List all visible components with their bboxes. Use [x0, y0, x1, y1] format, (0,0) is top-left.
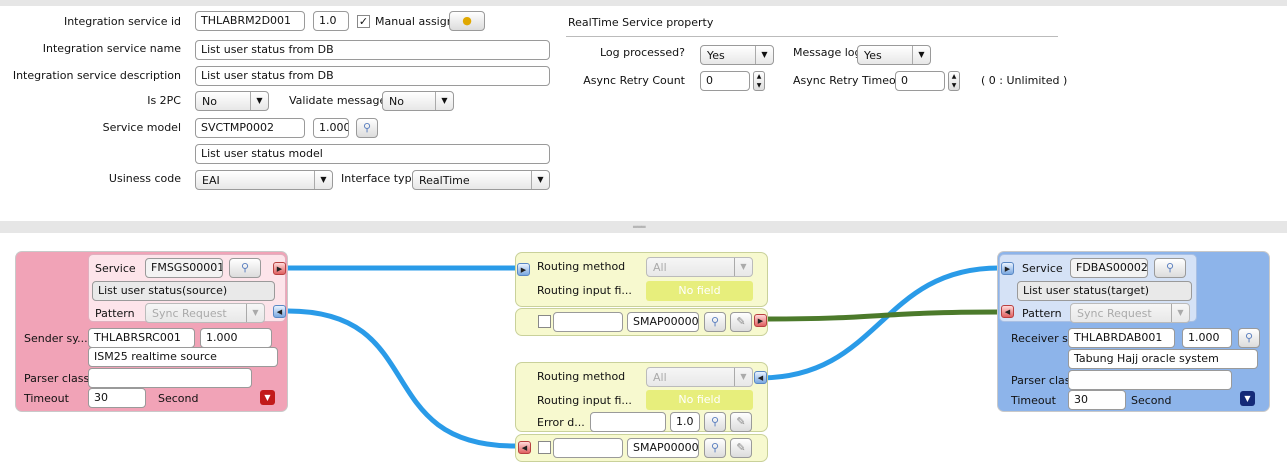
chevron-down-icon: ▼ — [734, 258, 752, 276]
source-timeout-unit: Second — [158, 392, 199, 405]
sender-desc-input[interactable]: ISM25 realtime source — [88, 347, 278, 367]
target-out-port[interactable]: ◀ — [1001, 305, 1014, 318]
router2-method-value: All — [653, 371, 667, 384]
wire-source-return — [285, 308, 518, 449]
source-parser-input[interactable] — [88, 368, 252, 388]
router1-in-port[interactable]: ▶ — [517, 263, 530, 276]
source-service-desc[interactable]: List user status(source) — [92, 281, 275, 301]
router2-map-checkbox[interactable] — [538, 441, 551, 454]
router1-no-field[interactable]: No field — [646, 281, 753, 301]
target-timeout-label: Timeout — [1011, 394, 1056, 407]
collapse-icon[interactable]: ▼ — [260, 390, 275, 405]
chevron-down-icon: ▼ — [1171, 304, 1189, 322]
router2-map-filter[interactable] — [553, 438, 623, 458]
router2-method-select[interactable]: All ▼ — [646, 367, 753, 387]
router2-input-label: Routing input fi... — [537, 394, 632, 407]
router1-map-checkbox[interactable] — [538, 315, 551, 328]
source-timeout-input[interactable]: 30 — [88, 388, 146, 408]
magnifier-icon[interactable]: ⚲ — [704, 412, 726, 432]
target-pattern-label: Pattern — [1022, 307, 1062, 320]
source-timeout-label: Timeout — [24, 392, 69, 405]
router1-input-label: Routing input fi... — [537, 284, 632, 297]
magnifier-icon[interactable]: ⚲ — [1238, 328, 1260, 348]
router1-method-select[interactable]: All ▼ — [646, 257, 753, 277]
target-timeout-input[interactable]: 30 — [1068, 390, 1126, 410]
target-timeout-unit: Second — [1131, 394, 1172, 407]
router2-error-version[interactable]: 1.0 — [670, 412, 700, 432]
source-service-id[interactable]: FMSGS00001 — [145, 258, 223, 278]
magnifier-icon[interactable]: ⚲ — [704, 312, 726, 332]
sender-label: Sender sy... — [24, 332, 88, 345]
router2-in-port[interactable]: ◀ — [518, 441, 531, 454]
source-pattern-select[interactable]: Sync Request ▼ — [145, 303, 265, 323]
tag-icon[interactable]: ✎ — [730, 312, 752, 332]
tag-icon[interactable]: ✎ — [730, 438, 752, 458]
source-service-label: Service — [95, 262, 136, 275]
source-pattern-value: Sync Request — [152, 307, 227, 320]
magnifier-icon[interactable]: ⚲ — [1154, 258, 1186, 278]
router1-out-port[interactable]: ▶ — [754, 314, 767, 327]
router1-method-value: All — [653, 261, 667, 274]
target-parser-label: Parser class — [1011, 374, 1077, 387]
target-parser-input[interactable] — [1068, 370, 1232, 390]
source-pattern-label: Pattern — [95, 307, 135, 320]
target-service-label: Service — [1022, 262, 1063, 275]
sender-id-input[interactable]: THLABRSRC001 — [88, 328, 195, 348]
router1-map-id[interactable]: SMAP000002 — [627, 312, 699, 332]
router2-error-label: Error d... — [537, 416, 585, 429]
router1-method-label: Routing method — [537, 260, 626, 273]
magnifier-icon[interactable]: ⚲ — [229, 258, 261, 278]
router2-map-id[interactable]: SMAP000003 — [627, 438, 699, 458]
target-service-id[interactable]: FDBAS00002 — [1070, 258, 1148, 278]
receiver-desc-input[interactable]: Tabung Hajj oracle system — [1068, 349, 1258, 369]
source-out-port[interactable]: ▶ — [273, 262, 286, 275]
sender-version-input[interactable]: 1.000 — [200, 328, 272, 348]
router2-method-label: Routing method — [537, 370, 626, 383]
wire-router2-to-target — [757, 265, 1002, 381]
magnifier-icon[interactable]: ⚲ — [704, 438, 726, 458]
router1-map-filter[interactable] — [553, 312, 623, 332]
source-parser-label: Parser class — [24, 372, 90, 385]
receiver-id-input[interactable]: THLABRDAB001 — [1068, 328, 1175, 348]
chevron-down-icon: ▼ — [246, 304, 264, 322]
router2-out-port[interactable]: ◀ — [754, 371, 767, 384]
target-service-desc[interactable]: List user status(target) — [1017, 281, 1192, 301]
source-in-port[interactable]: ◀ — [273, 305, 286, 318]
collapse-icon[interactable]: ▼ — [1240, 391, 1255, 406]
router2-error-input[interactable] — [590, 412, 666, 432]
target-pattern-select[interactable]: Sync Request ▼ — [1070, 303, 1190, 323]
target-in-port[interactable]: ▶ — [1001, 262, 1014, 275]
router2-no-field[interactable]: No field — [646, 390, 753, 410]
receiver-version-input[interactable]: 1.000 — [1182, 328, 1232, 348]
tag-icon[interactable]: ✎ — [730, 412, 752, 432]
chevron-down-icon: ▼ — [734, 368, 752, 386]
target-pattern-value: Sync Request — [1077, 307, 1152, 320]
